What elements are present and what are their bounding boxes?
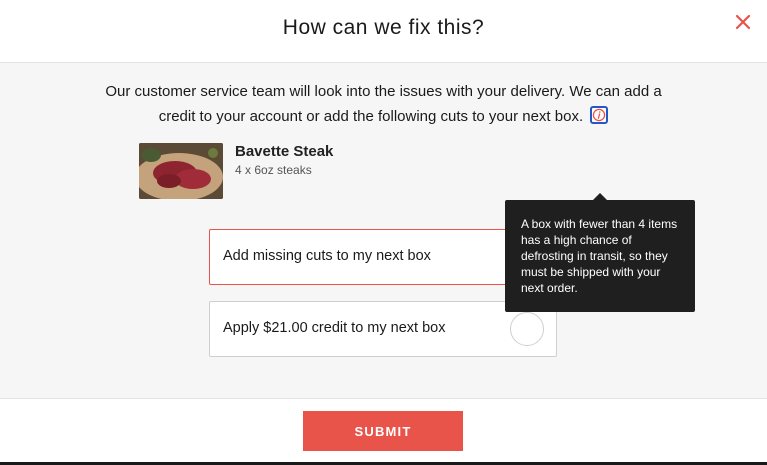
option-label: Apply $21.00 credit to my next box [223, 320, 446, 336]
submit-button[interactable]: SUBMIT [303, 411, 463, 451]
modal-body: Our customer service team will look into… [0, 63, 767, 399]
message-line-1: Our customer service team will look into… [105, 83, 662, 100]
option-label: Add missing cuts to my next box [223, 248, 431, 264]
product-quantity: 4 x 6oz steaks [235, 163, 312, 177]
modal-title: How can we fix this? [282, 16, 485, 39]
message-line-2: credit to your account or add the follow… [158, 108, 584, 125]
modal-header: How can we fix this? [0, 0, 767, 63]
modal-footer: SUBMIT [0, 399, 767, 465]
message-text: Our customer service team will look into… [60, 79, 707, 129]
product-name: Bavette Steak [235, 143, 334, 160]
info-icon[interactable] [590, 106, 609, 125]
tooltip-text: A box with fewer than 4 items has a high… [521, 217, 678, 295]
product-image [139, 143, 223, 199]
radio-unchecked[interactable] [510, 312, 544, 346]
info-tooltip: A box with fewer than 4 items has a high… [505, 193, 695, 312]
close-icon[interactable] [733, 12, 753, 32]
